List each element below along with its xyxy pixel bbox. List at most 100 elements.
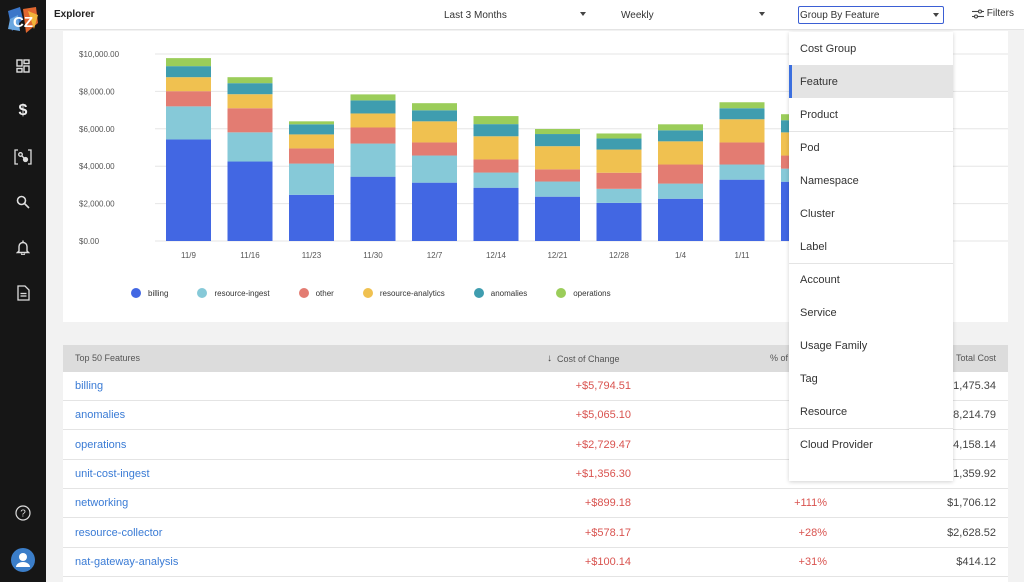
help-circle-icon[interactable]: ? bbox=[13, 503, 33, 523]
legend-item-resource-ingest[interactable]: resource-ingest bbox=[197, 288, 270, 298]
bar-segment-anomalies[interactable] bbox=[289, 124, 334, 135]
menu-item-service[interactable]: Service bbox=[789, 296, 953, 329]
bar-segment-resource-ingest[interactable] bbox=[473, 172, 519, 188]
document-icon[interactable] bbox=[13, 283, 33, 303]
bell-icon[interactable] bbox=[13, 237, 33, 257]
bar-segment-anomalies[interactable] bbox=[350, 100, 396, 114]
bar-segment-operations[interactable] bbox=[535, 128, 580, 135]
bar-segment-anomalies[interactable] bbox=[473, 124, 519, 137]
bar-segment-operations[interactable] bbox=[289, 121, 334, 125]
feature-link[interactable]: nat-gateway-analysis bbox=[75, 556, 178, 568]
granularity-select[interactable]: Weekly bbox=[621, 6, 769, 24]
bar-segment-resource-ingest[interactable] bbox=[658, 183, 703, 199]
bar-segment-resource-analytics[interactable] bbox=[658, 141, 703, 165]
bar-segment-anomalies[interactable] bbox=[596, 138, 642, 150]
menu-item-cost-group[interactable]: Cost Group bbox=[789, 32, 953, 65]
legend-item-operations[interactable]: operations bbox=[556, 288, 611, 298]
bar-segment-resource-ingest[interactable] bbox=[350, 143, 396, 177]
bar-segment-billing[interactable] bbox=[350, 176, 396, 241]
table-row[interactable]: nat-gateway-analysis +$100.14 +31% $414.12 bbox=[63, 548, 1008, 577]
bar-segment-billing[interactable] bbox=[166, 139, 211, 241]
bar-segment-billing[interactable] bbox=[596, 202, 642, 241]
bar-segment-operations[interactable] bbox=[596, 133, 642, 139]
menu-item-product[interactable]: Product bbox=[789, 98, 953, 131]
bar-segment-anomalies[interactable] bbox=[658, 130, 703, 142]
bar-segment-resource-ingest[interactable] bbox=[535, 181, 580, 197]
bar-segment-billing[interactable] bbox=[412, 182, 457, 241]
bar-segment-billing[interactable] bbox=[535, 196, 580, 241]
bar-segment-resource-ingest[interactable] bbox=[166, 106, 211, 140]
bracket-nodes-icon[interactable] bbox=[13, 147, 33, 167]
header-percent-change[interactable]: % of bbox=[770, 353, 788, 363]
bar-segment-anomalies[interactable] bbox=[412, 110, 457, 122]
bar-segment-resource-ingest[interactable] bbox=[596, 188, 642, 203]
menu-item-resource[interactable]: Resource bbox=[789, 395, 953, 428]
bar-segment-other[interactable] bbox=[719, 142, 765, 165]
menu-item-cloud-provider[interactable]: Cloud Provider bbox=[789, 428, 953, 461]
bar-segment-resource-analytics[interactable] bbox=[535, 146, 580, 170]
dashboard-grid-icon[interactable] bbox=[13, 56, 33, 76]
bar-segment-other[interactable] bbox=[473, 159, 519, 173]
menu-item-cluster[interactable]: Cluster bbox=[789, 197, 953, 230]
bar-segment-resource-analytics[interactable] bbox=[473, 136, 519, 160]
filters-button[interactable]: Filters bbox=[971, 8, 1014, 19]
feature-link[interactable]: networking bbox=[75, 497, 128, 509]
bar-segment-resource-analytics[interactable] bbox=[596, 149, 642, 173]
user-avatar-icon[interactable] bbox=[11, 548, 35, 572]
bar-segment-operations[interactable] bbox=[350, 94, 396, 101]
bar-segment-anomalies[interactable] bbox=[719, 108, 765, 120]
bar-segment-resource-analytics[interactable] bbox=[166, 77, 211, 92]
bar-segment-operations[interactable] bbox=[166, 58, 211, 67]
header-total-cost[interactable]: Total Cost bbox=[956, 353, 996, 363]
bar-segment-billing[interactable] bbox=[289, 194, 334, 241]
cloudzero-logo[interactable]: CZ bbox=[6, 5, 40, 35]
bar-segment-other[interactable] bbox=[596, 172, 642, 189]
bar-segment-operations[interactable] bbox=[658, 124, 703, 131]
bar-segment-operations[interactable] bbox=[719, 102, 765, 109]
bar-segment-billing[interactable] bbox=[719, 179, 765, 241]
bar-segment-resource-ingest[interactable] bbox=[289, 163, 334, 195]
bar-segment-billing[interactable] bbox=[658, 198, 703, 241]
menu-item-pod[interactable]: Pod bbox=[789, 131, 953, 164]
menu-item-tag[interactable]: Tag bbox=[789, 362, 953, 395]
search-icon[interactable] bbox=[13, 192, 33, 212]
feature-link[interactable]: billing bbox=[75, 380, 103, 392]
legend-item-anomalies[interactable]: anomalies bbox=[473, 288, 527, 298]
bar-segment-resource-analytics[interactable] bbox=[412, 121, 457, 143]
bar-segment-anomalies[interactable] bbox=[227, 83, 273, 95]
bar-segment-other[interactable] bbox=[289, 148, 334, 164]
bar-segment-other[interactable] bbox=[350, 127, 396, 144]
bar-segment-resource-ingest[interactable] bbox=[412, 155, 457, 183]
bar-segment-other[interactable] bbox=[658, 164, 703, 184]
legend-item-billing[interactable]: billing bbox=[131, 288, 168, 298]
bar-segment-resource-analytics[interactable] bbox=[227, 94, 273, 109]
bar-segment-resource-ingest[interactable] bbox=[227, 132, 273, 162]
legend-item-other[interactable]: other bbox=[298, 288, 334, 298]
menu-item-feature[interactable]: Feature bbox=[789, 65, 953, 98]
bar-segment-other[interactable] bbox=[412, 142, 457, 156]
table-row[interactable]: networking +$899.18 +111% $1,706.12 bbox=[63, 489, 1008, 519]
feature-link[interactable]: resource-collector bbox=[75, 527, 162, 539]
bar-segment-other[interactable] bbox=[227, 108, 273, 133]
feature-link[interactable]: operations bbox=[75, 439, 126, 451]
bar-segment-other[interactable] bbox=[535, 169, 580, 182]
bar-segment-resource-ingest[interactable] bbox=[719, 164, 765, 180]
bar-segment-billing[interactable] bbox=[473, 187, 519, 241]
bar-segment-operations[interactable] bbox=[412, 103, 457, 111]
menu-item-label[interactable]: Label bbox=[789, 230, 953, 263]
bar-segment-resource-analytics[interactable] bbox=[350, 113, 396, 128]
bar-segment-operations[interactable] bbox=[227, 77, 273, 84]
feature-link[interactable]: anomalies bbox=[75, 409, 125, 421]
menu-item-namespace[interactable]: Namespace bbox=[789, 164, 953, 197]
table-row[interactable]: resource-collector +$578.17 +28% $2,628.52 bbox=[63, 519, 1008, 548]
bar-segment-operations[interactable] bbox=[473, 116, 519, 125]
bar-segment-resource-analytics[interactable] bbox=[289, 134, 334, 149]
bar-segment-anomalies[interactable] bbox=[166, 66, 211, 78]
feature-link[interactable]: unit-cost-ingest bbox=[75, 468, 150, 480]
group-by-select[interactable]: Group By Feature bbox=[798, 6, 944, 24]
menu-item-account[interactable]: Account bbox=[789, 263, 953, 296]
bar-segment-resource-analytics[interactable] bbox=[719, 119, 765, 143]
bar-segment-billing[interactable] bbox=[227, 161, 273, 241]
bar-segment-other[interactable] bbox=[166, 91, 211, 107]
bar-segment-anomalies[interactable] bbox=[535, 134, 580, 147]
